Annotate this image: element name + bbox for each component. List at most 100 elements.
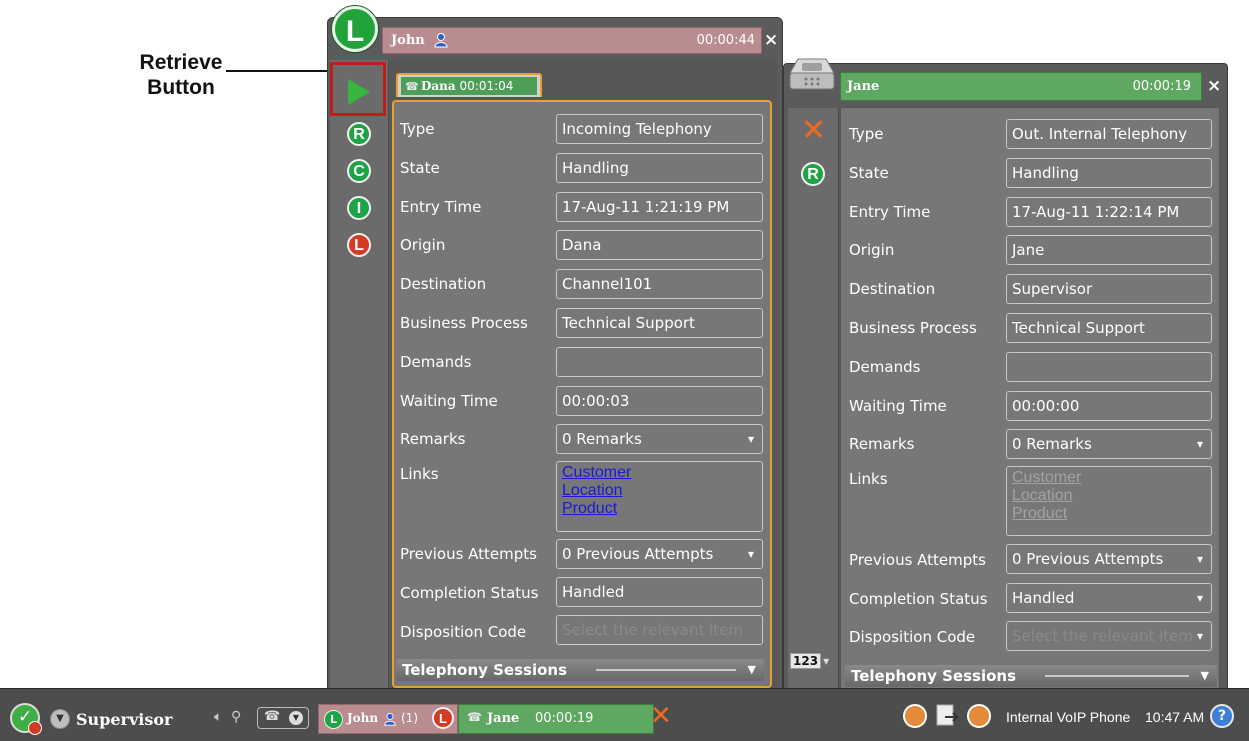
new-interaction-button[interactable]: ☎ ▼ (257, 707, 309, 729)
link-customer[interactable]: Customer (562, 464, 757, 482)
queue-icon[interactable] (903, 704, 927, 728)
field-label: Type (849, 125, 884, 143)
field-label: Demands (400, 352, 472, 371)
jane-disposition-code-select[interactable]: Select the relevant item (1006, 621, 1212, 651)
disposition-code-label: Disposition Code (400, 623, 527, 641)
telephony-sessions-bar[interactable]: Telephony Sessions ▼ (396, 659, 764, 681)
callout-line2: Button (147, 76, 215, 99)
retrieve-button[interactable] (330, 62, 386, 116)
field-label: Entry Time (849, 202, 931, 221)
keypad-counter[interactable]: 123 ▾ (790, 653, 834, 674)
jane-completion-status-label: Completion Status (849, 590, 988, 608)
field-label: State (400, 158, 440, 177)
jane-telephony-sessions-bar[interactable]: Telephony Sessions ▼ (845, 665, 1217, 687)
phone-small-icon: ☎ (405, 80, 419, 93)
john-status-small-icon: L (324, 710, 343, 729)
microphone-icon[interactable]: ⚲ (231, 709, 241, 725)
field-value[interactable]: 00:00:00 (1006, 390, 1212, 421)
jane-telephony-sessions-label: Telephony Sessions (851, 667, 1017, 685)
disposition-code-select[interactable]: Select the relevant item (556, 615, 763, 645)
jane-links-label: Links (849, 470, 888, 488)
john-action-strip (330, 60, 389, 688)
leave-button[interactable]: L (347, 233, 371, 257)
jane-sessions-divider (1045, 675, 1189, 677)
field-value[interactable]: Channel101 (556, 269, 763, 300)
help-icon[interactable]: ? (1210, 704, 1234, 728)
taskbar-user-icon (383, 711, 397, 726)
not-ready-badge (28, 721, 42, 735)
field-value[interactable]: Dana (556, 230, 763, 261)
field-value[interactable]: Handling (556, 152, 763, 183)
conference-button[interactable]: C (347, 159, 371, 183)
taskbar-john-leave-icon[interactable]: L (432, 707, 454, 729)
field-label: State (849, 163, 889, 182)
status-dropdown-icon[interactable]: ▼ (50, 709, 70, 729)
tab-dana-label: ☎ Dana 00:01:04 (401, 77, 537, 95)
remarks-select[interactable]: 0 Remarks (1006, 429, 1212, 460)
info-button[interactable]: I (347, 196, 371, 220)
taskbar-item-john[interactable]: L John (1) L (318, 704, 458, 734)
jane-title-bar[interactable]: Jane 00:00:19 (840, 72, 1202, 101)
jane-link-customer: Customer (1012, 469, 1082, 486)
link-location[interactable]: Location (562, 482, 757, 500)
jane-completion-status-select[interactable]: Handled (1006, 583, 1212, 613)
field-label: Origin (849, 241, 895, 260)
speaker-icon[interactable]: 🔈︎ (214, 709, 222, 725)
taskbar-phone-icon: ☎ (467, 710, 482, 724)
field-label: Type (400, 120, 435, 138)
availability-status-icon[interactable]: ✓ (10, 703, 42, 735)
resume-button[interactable]: R (347, 122, 371, 146)
play-icon (348, 79, 370, 105)
field-label: Business Process (849, 319, 977, 337)
field-value[interactable]: Technical Support (556, 308, 763, 338)
field-label: Destination (849, 280, 936, 299)
jane-close-icon[interactable]: × (1207, 76, 1221, 96)
callout-pointer (226, 70, 332, 72)
retrieve-button-callout: Retrieve Button (118, 50, 244, 100)
field-label: Demands (849, 357, 921, 376)
taskbar-release-icon[interactable]: ✕ (650, 701, 672, 731)
tab-dana-time: 00:01:04 (459, 79, 514, 93)
agent-name: Supervisor (76, 710, 173, 729)
links-box: Customer Location Product (556, 461, 763, 532)
jane-link-product: Product (1012, 505, 1068, 522)
field-label: Waiting Time (400, 391, 498, 410)
transfer-icon[interactable] (935, 703, 960, 729)
sessions-divider (596, 669, 736, 671)
agent-assist-icon[interactable] (967, 704, 991, 728)
jane-chevron-down-icon: ▼ (1200, 669, 1209, 682)
john-title-bar[interactable]: John 00:00:44 (382, 27, 762, 54)
phone-icon: ☎ (264, 709, 281, 724)
taskbar-john-count: (1) (401, 711, 418, 725)
field-value[interactable]: 00:00:03 (556, 385, 763, 416)
field-value[interactable]: Incoming Telephony (556, 114, 763, 144)
jane-previous-attempts-select[interactable]: 0 Previous Attempts (1006, 544, 1212, 574)
field-value[interactable] (1006, 351, 1212, 382)
jane-links-box: Customer Location Product (1006, 466, 1212, 536)
john-close-icon[interactable]: × (764, 30, 778, 50)
previous-attempts-select[interactable]: 0 Previous Attempts (556, 539, 763, 569)
release-icon[interactable]: ✕ (801, 116, 826, 146)
taskbar-item-jane[interactable]: ☎ Jane 00:00:19 (458, 704, 654, 734)
field-value[interactable]: Supervisor (1006, 274, 1212, 305)
remarks-select[interactable]: 0 Remarks (556, 424, 763, 455)
field-value[interactable]: Technical Support (1006, 313, 1212, 343)
field-value[interactable]: 17-Aug-11 1:22:14 PM (1006, 196, 1212, 227)
jane-resume-button[interactable]: R (801, 162, 825, 186)
field-label: Waiting Time (849, 396, 947, 415)
jane-timer: 00:00:19 (1132, 79, 1191, 94)
link-product[interactable]: Product (562, 500, 757, 518)
tab-dana[interactable]: ☎ Dana 00:01:04 (396, 73, 542, 97)
completion-status-field[interactable]: Handled (556, 577, 763, 607)
john-timer: 00:00:44 (696, 33, 755, 48)
previous-attempts-label: Previous Attempts (400, 545, 537, 563)
field-value[interactable] (556, 346, 763, 377)
field-value[interactable]: 17-Aug-11 1:21:19 PM (556, 191, 763, 222)
jane-action-strip (788, 108, 839, 690)
field-value[interactable]: Jane (1006, 235, 1212, 266)
field-value[interactable]: Out. Internal Telephony (1006, 119, 1212, 149)
field-label: Destination (400, 275, 487, 294)
field-value[interactable]: Handling (1006, 157, 1212, 188)
field-label: Remarks (849, 435, 915, 454)
phone-device-label: Internal VoIP Phone (1006, 709, 1131, 725)
